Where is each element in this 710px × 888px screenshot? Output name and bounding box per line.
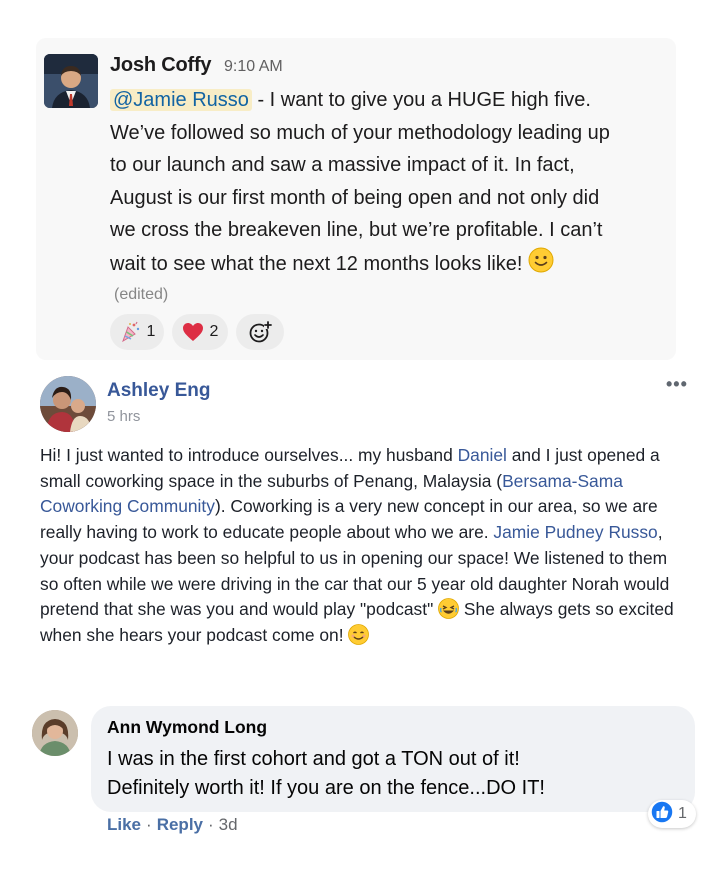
reaction-confetti[interactable]: 1 — [110, 314, 164, 350]
like-count-badge[interactable]: 1 — [648, 799, 696, 829]
confetti-icon — [119, 321, 141, 343]
reaction-heart[interactable]: 2 — [172, 314, 228, 350]
comment-line: Definitely worth it! If you are on the f… — [107, 776, 545, 799]
tagged-user-link[interactable]: Jamie Pudney Russo — [493, 522, 657, 542]
comment-actions: Like · Reply · 3d — [107, 815, 238, 835]
reaction-count: 2 — [209, 323, 219, 340]
user-mention[interactable]: @Jamie Russo — [110, 89, 252, 111]
post-timestamp[interactable]: 5 hrs — [107, 408, 140, 425]
message-line: - I want to give you a HUGE high five. — [251, 89, 591, 111]
message-line: we cross the breakeven line, but we’re p… — [110, 219, 603, 241]
post-body: Hi! I just wanted to introduce ourselves… — [40, 443, 690, 649]
avatar[interactable] — [44, 54, 98, 108]
comment-text: I was in the first cohort and got a TON … — [107, 745, 687, 802]
message-timestamp[interactable]: 9:10 AM — [224, 58, 283, 76]
separator: · — [208, 815, 214, 834]
comment-age[interactable]: 3d — [219, 815, 238, 834]
reaction-count: 1 — [146, 323, 156, 340]
message-line: to our launch and saw a massive impact o… — [110, 154, 575, 176]
message-author[interactable]: Josh Coffy — [110, 54, 212, 77]
edited-label: (edited) — [114, 286, 169, 303]
add-reaction-button[interactable] — [236, 314, 284, 350]
laughing-face-icon — [438, 598, 459, 620]
message-line: We’ve followed so much of your methodolo… — [110, 121, 610, 144]
like-icon — [650, 799, 674, 829]
like-button[interactable]: Like — [107, 815, 141, 834]
slightly-smiling-face-icon — [528, 247, 554, 273]
avatar[interactable] — [40, 376, 96, 432]
message-line: wait to see what the next 12 months look… — [110, 252, 523, 275]
more-options-button[interactable]: ••• — [666, 374, 688, 395]
heart-icon — [182, 322, 204, 342]
tagged-user-link[interactable]: Daniel — [458, 445, 507, 465]
message-body: @Jamie Russo - I want to give you a HUGE… — [110, 84, 670, 280]
post-text: Hi! I just wanted to introduce ourselves… — [40, 445, 458, 465]
avatar[interactable] — [32, 710, 78, 756]
comment-line: I was in the first cohort and got a TON … — [107, 748, 520, 770]
profile-photo-icon — [44, 54, 98, 108]
comment-author[interactable]: Ann Wymond Long — [107, 717, 267, 738]
profile-photo-icon — [32, 710, 78, 756]
post-author[interactable]: Ashley Eng — [107, 380, 210, 402]
like-count: 1 — [678, 805, 687, 822]
separator: · — [146, 815, 152, 834]
reply-button[interactable]: Reply — [157, 815, 203, 834]
add-reaction-icon — [248, 320, 272, 344]
smiling-face-icon — [348, 624, 370, 645]
profile-photo-icon — [40, 376, 96, 432]
message-line: August is our first month of being open … — [110, 186, 600, 209]
